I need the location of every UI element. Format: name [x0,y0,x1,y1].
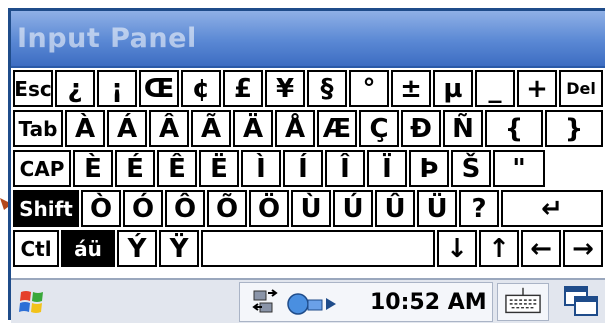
key-micro[interactable]: µ [433,70,473,107]
key-N-tilde[interactable]: Ñ [443,110,483,147]
key-Eth[interactable]: Ð [401,110,441,147]
key-O-diaeresis[interactable]: Ö [249,190,289,227]
key-esc[interactable]: Esc [13,70,53,107]
sync-icon[interactable] [286,288,338,318]
key-O-acute[interactable]: Ó [123,190,163,227]
key-S-caron[interactable]: Š [451,150,491,187]
key-question[interactable]: ? [459,190,499,227]
key-plus-minus[interactable]: ± [391,70,431,107]
key-underscore[interactable]: _ [475,70,515,107]
key-inverted-exclamation[interactable]: ¡ [97,70,137,107]
key-A-grave[interactable]: À [65,110,105,147]
taskbar: 10:52 AM [11,278,605,323]
key-enter[interactable]: ↵ [501,190,603,227]
key-double-quote[interactable]: " [493,150,545,187]
key-A-ring[interactable]: Å [275,110,315,147]
key-C-cedilla[interactable]: Ç [359,110,399,147]
key-space[interactable] [201,230,435,267]
key-arrow-right[interactable]: → [563,230,603,267]
key-Y-diaeresis[interactable]: Ÿ [159,230,199,267]
clock-time[interactable]: 10:52 AM [370,290,487,315]
key-I-circumflex[interactable]: Î [325,150,365,187]
key-inverted-question[interactable]: ¿ [55,70,95,107]
key-U-grave[interactable]: Ù [291,190,331,227]
key-arrow-down[interactable]: ↓ [437,230,477,267]
key-A-diaeresis[interactable]: Ä [233,110,273,147]
key-arrow-left[interactable]: ← [521,230,561,267]
network-connection-icon[interactable] [250,287,280,317]
key-plus[interactable]: + [517,70,557,107]
key-Thorn[interactable]: Þ [409,150,449,187]
key-cent[interactable]: ¢ [181,70,221,107]
key-E-acute[interactable]: É [115,150,155,187]
key-E-diaeresis[interactable]: Ë [199,150,239,187]
key-ctl[interactable]: Ctl [13,230,59,267]
key-E-circumflex[interactable]: Ê [157,150,197,187]
key-oe[interactable]: Œ [139,70,179,107]
key-O-circumflex[interactable]: Ô [165,190,205,227]
key-arrow-up[interactable]: ↑ [479,230,519,267]
window-title: Input Panel [17,23,197,54]
key-left-brace[interactable]: { [485,110,543,147]
key-A-circumflex[interactable]: Â [149,110,189,147]
soft-keyboard: Esc ¿ ¡ Œ ¢ £ ¥ § ° ± µ _ + Del Tab À Á … [11,68,605,278]
key-right-brace[interactable]: } [545,110,603,147]
title-bar: Input Panel [11,11,605,68]
windows-switch-icon[interactable] [559,283,603,321]
key-tab[interactable]: Tab [13,110,63,147]
key-yen[interactable]: ¥ [265,70,305,107]
key-I-diaeresis[interactable]: Ï [367,150,407,187]
key-U-circumflex[interactable]: Û [375,190,415,227]
key-I-acute[interactable]: Í [283,150,323,187]
keyboard-icon[interactable] [497,283,549,321]
key-O-grave[interactable]: Ò [81,190,121,227]
key-O-tilde[interactable]: Õ [207,190,247,227]
key-pound[interactable]: £ [223,70,263,107]
key-degree[interactable]: ° [349,70,389,107]
key-I-grave[interactable]: Ì [241,150,281,187]
key-Y-acute[interactable]: Ý [117,230,157,267]
key-del[interactable]: Del [559,70,603,107]
key-section[interactable]: § [307,70,347,107]
key-U-diaeresis[interactable]: Ü [417,190,457,227]
input-panel-window: Input Panel Esc ¿ ¡ Œ ¢ £ ¥ § ° ± µ _ + … [8,8,605,323]
windows-start-icon[interactable] [13,284,53,320]
key-A-tilde[interactable]: Ã [191,110,231,147]
key-intl-toggle[interactable]: áü [61,230,115,267]
key-caps[interactable]: CAP [13,150,71,187]
key-U-acute[interactable]: Ú [333,190,373,227]
key-shift[interactable]: Shift [13,190,79,227]
key-E-grave[interactable]: È [73,150,113,187]
system-tray: 10:52 AM [239,282,493,322]
key-AE[interactable]: Æ [317,110,357,147]
key-A-acute[interactable]: Á [107,110,147,147]
